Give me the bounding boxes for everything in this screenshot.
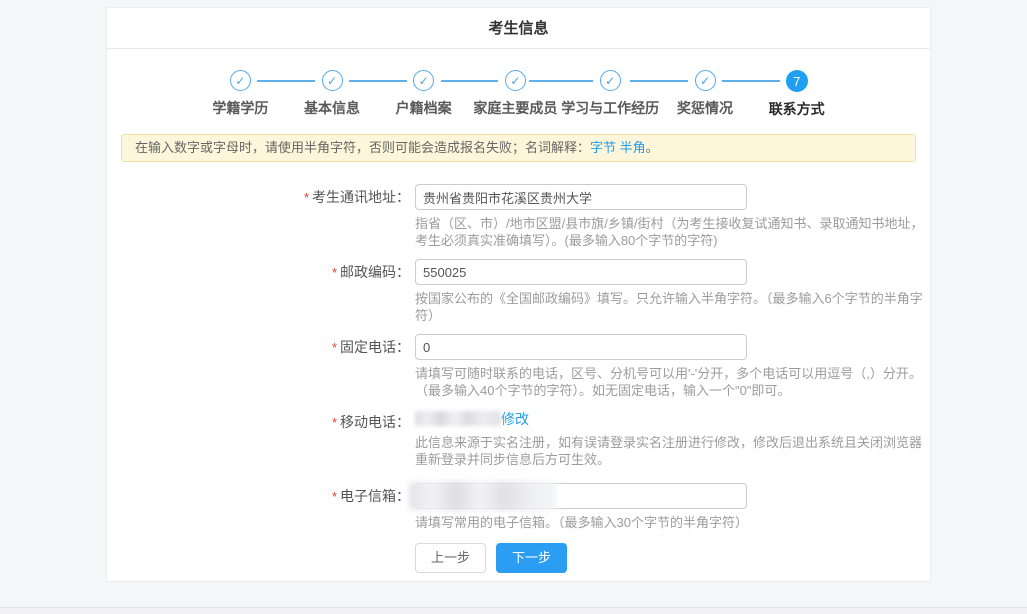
check-icon: ✓ <box>695 70 716 91</box>
step-progress-bar: ✓ 学籍学历 ✓ 基本信息 ✓ 户籍档案 ✓ 家庭主要成员 ✓ 学习与工作经历 … <box>195 70 843 119</box>
modify-mobile-link[interactable]: 修改 <box>501 411 529 427</box>
field-hint: 请填写可随时联系的电话，区号、分机号可以用'-'分开，多个电话可以用逗号（,）分… <box>415 365 930 399</box>
required-asterisk: * <box>332 415 337 430</box>
form-row-landline-phone: *固定电话： 请填写可随时联系的电话，区号、分机号可以用'-'分开，多个电话可以… <box>107 334 930 399</box>
step-basic-info[interactable]: ✓ 基本信息 <box>286 70 378 119</box>
step-label: 家庭主要成员 <box>473 98 557 118</box>
next-step-button[interactable]: 下一步 <box>496 543 567 573</box>
check-icon: ✓ <box>505 70 526 91</box>
check-icon: ✓ <box>322 70 343 91</box>
step-label: 学籍学历 <box>212 98 268 118</box>
step-label: 奖惩情况 <box>677 98 733 118</box>
field-hint: 指省（区、市）/地市区盟/县市旗/乡镇/街村（为考生接收复试通知书、录取通知书地… <box>415 215 930 249</box>
form-row-postal-code: *邮政编码： 按国家公布的《全国邮政编码》填写。只允许输入半角字符。（最多输入6… <box>107 259 930 324</box>
halfwidth-definition-link[interactable]: 半角 <box>620 140 646 155</box>
step-number-badge: 7 <box>786 70 808 92</box>
form-row-mobile-phone: *移动电话： 修改 此信息来源于实名注册，如有误请登录实名注册进行修改，修改后退… <box>107 409 930 468</box>
byte-definition-link[interactable]: 字节 <box>590 140 616 155</box>
field-label: *邮政编码： <box>107 259 410 324</box>
page-title: 考生信息 <box>107 8 930 49</box>
required-asterisk: * <box>332 489 337 504</box>
previous-step-button[interactable]: 上一步 <box>415 543 486 573</box>
field-hint: 请填写常用的电子信箱。（最多输入30个字节的半角字符） <box>415 514 930 531</box>
field-hint: 按国家公布的《全国邮政编码》填写。只允许输入半角字符。（最多输入6个字节的半角字… <box>415 290 930 324</box>
step-label: 学习与工作经历 <box>561 98 659 118</box>
step-study-work-experience[interactable]: ✓ 学习与工作经历 <box>561 70 659 119</box>
contact-form: *考生通讯地址： 指省（区、市）/地市区盟/县市旗/乡镇/街村（为考生接收复试通… <box>107 184 930 573</box>
step-rewards-punishments[interactable]: ✓ 奖惩情况 <box>659 70 751 119</box>
field-label: *电子信箱： <box>107 483 410 531</box>
check-icon: ✓ <box>413 70 434 91</box>
step-family-members[interactable]: ✓ 家庭主要成员 <box>470 70 562 119</box>
field-label: *考生通讯地址： <box>107 184 410 249</box>
redacted-mobile-number <box>415 411 501 426</box>
step-household-archive[interactable]: ✓ 户籍档案 <box>378 70 470 119</box>
landline-phone-input[interactable] <box>415 334 747 360</box>
required-asterisk: * <box>304 190 309 205</box>
step-education-record[interactable]: ✓ 学籍学历 <box>195 70 287 119</box>
postal-code-input[interactable] <box>415 259 747 285</box>
step-contact-info-current[interactable]: 7 联系方式 <box>751 70 843 119</box>
check-icon: ✓ <box>230 70 251 91</box>
halfwidth-warning-banner: 在输入数字或字母时，请使用半角字符，否则可能会造成报名失败；名词解释：字节 半角… <box>121 134 916 162</box>
warning-text-suffix: 。 <box>646 140 659 155</box>
mailing-address-input[interactable] <box>415 184 747 210</box>
step-label: 联系方式 <box>769 99 825 119</box>
form-row-email: *电子信箱： 请填写常用的电子信箱。（最多输入30个字节的半角字符） <box>107 483 930 531</box>
required-asterisk: * <box>332 265 337 280</box>
field-hint: 此信息来源于实名注册，如有误请登录实名注册进行修改，修改后退出系统且关闭浏览器重… <box>415 434 930 468</box>
form-row-mailing-address: *考生通讯地址： 指省（区、市）/地市区盟/县市旗/乡镇/街村（为考生接收复试通… <box>107 184 930 249</box>
field-label: *移动电话： <box>107 409 410 468</box>
page-bottom-divider <box>0 607 1027 614</box>
check-icon: ✓ <box>600 70 621 91</box>
field-label: *固定电话： <box>107 334 410 399</box>
step-label: 基本信息 <box>304 98 360 118</box>
candidate-info-panel: 考生信息 ✓ 学籍学历 ✓ 基本信息 ✓ 户籍档案 ✓ 家庭主要成员 ✓ 学习与… <box>106 7 931 582</box>
required-asterisk: * <box>332 340 337 355</box>
step-label: 户籍档案 <box>396 98 452 118</box>
warning-text: 在输入数字或字母时，请使用半角字符，否则可能会造成报名失败；名词解释： <box>135 140 590 155</box>
form-actions: 上一步 下一步 <box>107 543 930 573</box>
email-input[interactable] <box>415 483 747 509</box>
